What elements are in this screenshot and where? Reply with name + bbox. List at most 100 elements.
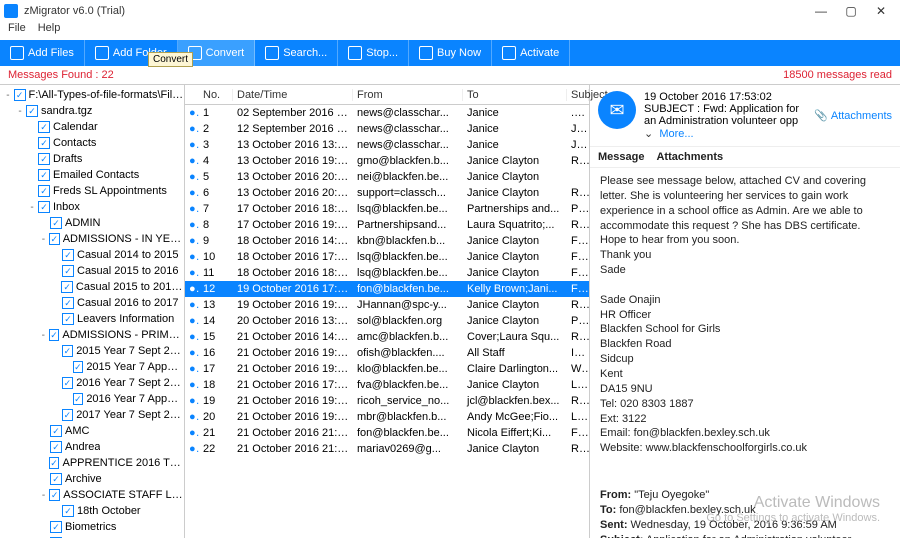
table-row[interactable]: ●1921 October 2016 19:2...ricoh_service_… xyxy=(185,393,589,409)
tab-attachments[interactable]: Attachments xyxy=(656,151,723,163)
table-row[interactable]: ●102 September 2016 1...news@classchar..… xyxy=(185,105,589,121)
folder-tree[interactable]: -✓F:\All-Types-of-file-formats\File...-✓… xyxy=(0,85,185,538)
tree-checkbox[interactable]: ✓ xyxy=(50,217,62,229)
tree-item[interactable]: -✓ADMISSIONS - PRIMARY T xyxy=(0,327,184,343)
tree-toggle-icon[interactable]: - xyxy=(26,202,38,213)
toolbar-buy-now[interactable]: Buy Now xyxy=(409,40,492,66)
tree-checkbox[interactable]: ✓ xyxy=(62,265,74,277)
tree-checkbox[interactable]: ✓ xyxy=(49,457,60,469)
table-row[interactable]: ●1721 October 2016 19:3...klo@blackfen.b… xyxy=(185,361,589,377)
tree-checkbox[interactable]: ✓ xyxy=(73,361,84,373)
toolbar-add-files[interactable]: Add Files xyxy=(0,40,85,66)
menu-help[interactable]: Help xyxy=(38,22,61,40)
attachments-link[interactable]: 📎 Attachments xyxy=(814,91,892,140)
tree-checkbox[interactable]: ✓ xyxy=(38,121,50,133)
table-row[interactable]: ●1420 October 2016 13:2...sol@blackfen.o… xyxy=(185,313,589,329)
tree-item[interactable]: ✓Emailed Contacts xyxy=(0,167,184,183)
tree-checkbox[interactable]: ✓ xyxy=(49,329,60,341)
tree-item[interactable]: ✓2017 Year 7 Sept 2017 xyxy=(0,407,184,423)
col-from[interactable]: From xyxy=(353,89,463,101)
table-row[interactable]: ●513 October 2016 20:0...nei@blackfen.be… xyxy=(185,169,589,185)
tree-toggle-icon[interactable]: - xyxy=(38,490,49,501)
tree-checkbox[interactable]: ✓ xyxy=(62,505,74,517)
tree-item[interactable]: ✓18th October xyxy=(0,503,184,519)
tree-checkbox[interactable]: ✓ xyxy=(62,297,74,309)
close-button[interactable]: ✕ xyxy=(866,4,896,18)
minimize-button[interactable]: — xyxy=(806,4,836,18)
tree-checkbox[interactable]: ✓ xyxy=(73,393,84,405)
tree-item[interactable]: ✓ADMIN xyxy=(0,215,184,231)
table-row[interactable]: ●2021 October 2016 19:4...mbr@blackfen.b… xyxy=(185,409,589,425)
tree-item[interactable]: ✓2016 Year 7 Sept 2016 xyxy=(0,375,184,391)
table-row[interactable]: ●413 October 2016 19:5...gmo@blackfen.b.… xyxy=(185,153,589,169)
tree-checkbox[interactable]: ✓ xyxy=(50,441,62,453)
tree-toggle-icon[interactable]: - xyxy=(14,106,26,117)
tree-item[interactable]: -✓ADMISSIONS - IN YEAR AI xyxy=(0,231,184,247)
tree-item[interactable]: ✓Andrea xyxy=(0,439,184,455)
tree-checkbox[interactable]: ✓ xyxy=(50,473,62,485)
table-row[interactable]: ●2221 October 2016 21:5...mariav0269@g..… xyxy=(185,441,589,457)
table-row[interactable]: ●1621 October 2016 19:2...ofish@blackfen… xyxy=(185,345,589,361)
tree-item[interactable]: ✓Contacts xyxy=(0,135,184,151)
tree-item[interactable]: -✓ASSOCIATE STAFF LEAD xyxy=(0,487,184,503)
toolbar-activate[interactable]: Activate xyxy=(492,40,570,66)
tree-item[interactable]: ✓Casual 2014 to 2015 xyxy=(0,247,184,263)
toolbar-search-[interactable]: Search... xyxy=(255,40,338,66)
col-to[interactable]: To xyxy=(463,89,567,101)
tree-item[interactable]: -✓F:\All-Types-of-file-formats\File... xyxy=(0,87,184,103)
tree-item[interactable]: ✓Biometrics xyxy=(0,519,184,535)
tree-checkbox[interactable]: ✓ xyxy=(14,89,26,101)
table-row[interactable]: ●2121 October 2016 21:3...fon@blackfen.b… xyxy=(185,425,589,441)
tree-checkbox[interactable]: ✓ xyxy=(62,249,74,261)
table-row[interactable]: ●918 October 2016 14:1...kbn@blackfen.b.… xyxy=(185,233,589,249)
tree-item[interactable]: ✓Casual 2015 to 2016 xyxy=(0,263,184,279)
tree-item[interactable]: ✓2015 Year 7 Appeals S xyxy=(0,359,184,375)
table-row[interactable]: ●1521 October 2016 14:1...amc@blackfen.b… xyxy=(185,329,589,345)
table-row[interactable]: ●717 October 2016 18:1...lsq@blackfen.be… xyxy=(185,201,589,217)
tree-item[interactable]: ✓AMC xyxy=(0,423,184,439)
tree-toggle-icon[interactable]: - xyxy=(38,330,49,341)
col-datetime[interactable]: Date/Time xyxy=(233,89,353,101)
grid-body[interactable]: ●102 September 2016 1...news@classchar..… xyxy=(185,105,589,538)
tree-checkbox[interactable]: ✓ xyxy=(49,489,60,501)
table-row[interactable]: ●1821 October 2016 17:4...fva@blackfen.b… xyxy=(185,377,589,393)
menu-file[interactable]: File xyxy=(8,22,26,40)
tree-checkbox[interactable]: ✓ xyxy=(62,409,74,421)
tree-item[interactable]: ✓2015 Year 7 Sept 2015 xyxy=(0,343,184,359)
tree-checkbox[interactable]: ✓ xyxy=(26,105,38,117)
table-row[interactable]: ●1118 October 2016 18:0...lsq@blackfen.b… xyxy=(185,265,589,281)
tree-checkbox[interactable]: ✓ xyxy=(61,281,73,293)
tree-item[interactable]: -✓sandra.tgz xyxy=(0,103,184,119)
table-row[interactable]: ●817 October 2016 19:1...Partnershipsand… xyxy=(185,217,589,233)
tree-item[interactable]: ✓Casual 2015 to 2016 In xyxy=(0,279,184,295)
tree-checkbox[interactable]: ✓ xyxy=(38,185,50,197)
col-subject[interactable]: Subject xyxy=(567,89,589,101)
tree-item[interactable]: ✓Leavers Information xyxy=(0,311,184,327)
tree-checkbox[interactable]: ✓ xyxy=(50,521,62,533)
toolbar-stop-[interactable]: Stop... xyxy=(338,40,409,66)
tree-checkbox[interactable]: ✓ xyxy=(49,233,60,245)
tree-item[interactable]: ✓Calendar xyxy=(0,119,184,135)
tree-checkbox[interactable]: ✓ xyxy=(38,153,50,165)
tree-toggle-icon[interactable]: - xyxy=(2,90,14,101)
table-row[interactable]: ●1018 October 2016 17:5...lsq@blackfen.b… xyxy=(185,249,589,265)
tree-item[interactable]: ✓2016 Year 7 Appeals S xyxy=(0,391,184,407)
tree-item[interactable]: ✓Archive xyxy=(0,471,184,487)
table-row[interactable]: ●212 September 2016 1...news@classchar..… xyxy=(185,121,589,137)
tree-checkbox[interactable]: ✓ xyxy=(38,169,50,181)
tab-message[interactable]: Message xyxy=(598,151,644,163)
preview-body[interactable]: Please see message below, attached CV an… xyxy=(590,168,900,538)
tree-item[interactable]: ✓Drafts xyxy=(0,151,184,167)
tree-item[interactable]: -✓Inbox xyxy=(0,199,184,215)
table-row[interactable]: ●313 October 2016 13:1...news@classchar.… xyxy=(185,137,589,153)
tree-checkbox[interactable]: ✓ xyxy=(62,345,74,357)
more-link[interactable]: ⌄ More... xyxy=(644,127,806,140)
maximize-button[interactable]: ▢ xyxy=(836,4,866,18)
tree-item[interactable]: ✓Freds SL Appointments xyxy=(0,183,184,199)
tree-item[interactable]: ✓Casual 2016 to 2017 xyxy=(0,295,184,311)
col-no[interactable]: No. xyxy=(199,89,233,101)
table-row[interactable]: ●1319 October 2016 19:0...JHannan@spc-y.… xyxy=(185,297,589,313)
table-row[interactable]: ●1219 October 2016 17:5...fon@blackfen.b… xyxy=(185,281,589,297)
tree-toggle-icon[interactable]: - xyxy=(38,234,49,245)
tree-checkbox[interactable]: ✓ xyxy=(50,425,62,437)
